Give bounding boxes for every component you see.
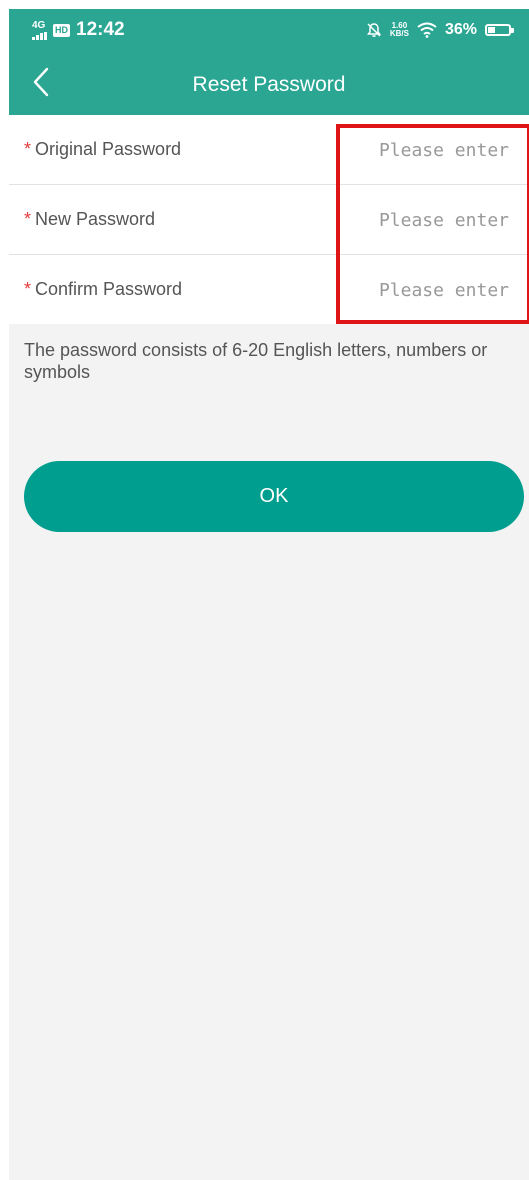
- ok-button[interactable]: OK: [24, 461, 524, 532]
- required-mark: *: [24, 139, 32, 159]
- required-mark: *: [24, 209, 32, 229]
- app-header: 4G HD 12:42 1.60 KB/S 36% Reset Password: [9, 9, 529, 115]
- hd-icon: HD: [53, 23, 70, 37]
- status-bar: 4G HD 12:42 1.60 KB/S 36%: [9, 9, 529, 53]
- password-form: * Original Password * New Password * Confir…: [9, 115, 529, 326]
- page-title: Reset Password: [192, 73, 346, 96]
- status-left: 4G HD 12:42: [32, 19, 125, 41]
- battery-icon: [485, 24, 514, 36]
- network-type: 4G: [32, 19, 46, 31]
- battery-percent: 36%: [444, 21, 477, 38]
- reset-password-screen: 4G HD 12:42 1.60 KB/S 36% Reset Password…: [9, 9, 529, 1180]
- required-mark: *: [24, 279, 32, 299]
- mute-icon: [366, 23, 381, 37]
- password-rule-hint: The password consists of 6-20 English le…: [24, 340, 488, 382]
- network-speed: 1.60 KB/S: [389, 21, 409, 38]
- new-password-label: * New Password: [24, 209, 156, 229]
- wifi-icon: [417, 22, 437, 38]
- original-password-input[interactable]: [357, 115, 511, 186]
- original-password-label: * Original Password: [24, 139, 182, 159]
- confirm-password-label: * Confirm Password: [24, 279, 183, 299]
- original-password-row: * Original Password: [9, 115, 529, 186]
- new-password-input[interactable]: [357, 185, 511, 256]
- new-password-row: * New Password: [9, 185, 529, 256]
- confirm-password-row: * Confirm Password: [9, 255, 529, 326]
- status-right: 1.60 KB/S 36%: [366, 21, 514, 39]
- confirm-password-input[interactable]: [357, 255, 511, 326]
- clock: 12:42: [76, 19, 125, 40]
- nav-bar: Reset Password: [9, 53, 529, 115]
- signal-icon: 4G: [32, 19, 47, 40]
